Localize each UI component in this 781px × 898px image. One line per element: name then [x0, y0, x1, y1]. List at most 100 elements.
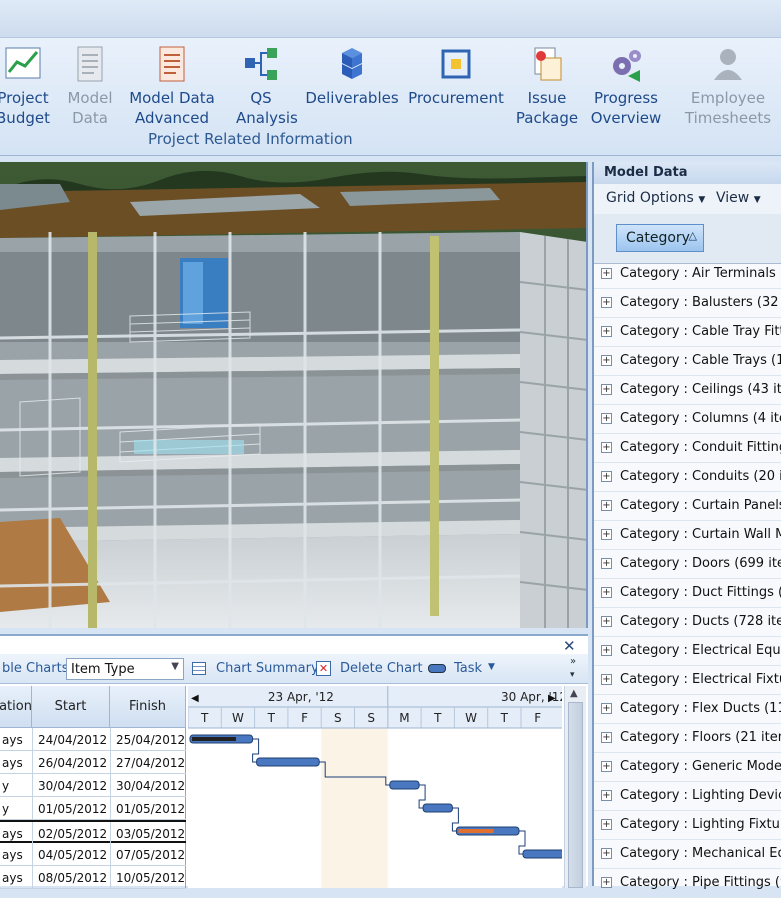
list-item[interactable]: + Category : Cable Tray Fitti — [594, 318, 781, 347]
expand-icon[interactable]: + — [601, 703, 612, 714]
list-item[interactable]: + Category : Mechanical Equ — [594, 840, 781, 869]
list-item[interactable]: + Category : Duct Fittings (2 — [594, 579, 781, 608]
table-row[interactable]: y 01/05/2012 01/05/2012 — [0, 797, 186, 820]
expand-icon[interactable]: + — [601, 529, 612, 540]
expand-icon[interactable]: + — [601, 297, 612, 308]
chart-summary-button[interactable]: Chart Summary — [216, 661, 319, 676]
list-item[interactable]: + Category : Doors (699 item — [594, 550, 781, 579]
expand-icon[interactable]: + — [601, 471, 612, 482]
expand-icon[interactable]: + — [601, 587, 612, 598]
column-header-finish[interactable]: Finish — [110, 686, 186, 728]
ribbon-button-label: Model — [67, 89, 113, 107]
panel-menu: Grid Options ▼ View ▼ — [594, 184, 781, 214]
scroll-up-icon[interactable]: ▲ — [570, 688, 578, 699]
expand-icon[interactable]: + — [601, 790, 612, 801]
list-item[interactable]: + Category : Curtain Wall M — [594, 521, 781, 550]
table-row[interactable]: ays 26/04/2012 27/04/2012 — [0, 751, 186, 774]
finish-cell: 01/05/2012 — [116, 802, 186, 816]
list-item[interactable]: + Category : Columns (4 iter — [594, 405, 781, 434]
task-bar[interactable] — [389, 780, 420, 790]
close-icon[interactable]: ✕ — [563, 637, 576, 655]
list-item[interactable]: + Category : Ceilings (43 iter — [594, 376, 781, 405]
expand-icon[interactable]: + — [601, 326, 612, 337]
expand-icon[interactable]: + — [601, 500, 612, 511]
list-item[interactable]: + Category : Pipe Fittings (9 — [594, 869, 781, 898]
start-cell: 01/05/2012 — [38, 802, 108, 816]
task-dropdown-icon[interactable]: ▼ — [488, 662, 495, 672]
group-chip-category[interactable]: Category △ — [616, 224, 704, 252]
expand-icon[interactable]: + — [601, 761, 612, 772]
scroll-thumb[interactable] — [568, 702, 583, 888]
list-item[interactable]: + Category : Cable Trays (17 — [594, 347, 781, 376]
project-budget-button[interactable]: Project Budget — [0, 44, 50, 128]
task-bar[interactable] — [422, 803, 453, 813]
view-menu[interactable]: View ▼ — [716, 190, 761, 206]
list-item[interactable]: + Category : Flex Ducts (113 — [594, 695, 781, 724]
ribbon-button-label: Budget — [0, 109, 50, 127]
duration-cell: y — [2, 802, 10, 816]
overflow-icon[interactable]: » — [570, 656, 576, 667]
scroll-right-icon: ▶ — [548, 693, 556, 704]
task-icon — [428, 664, 446, 673]
list-item[interactable]: + Category : Generic Models — [594, 753, 781, 782]
expand-icon[interactable]: + — [601, 355, 612, 366]
model-3d-viewport[interactable] — [0, 162, 588, 628]
ribbon-button-label: Data — [72, 109, 108, 127]
vertical-scrollbar[interactable]: ▲ — [564, 686, 586, 888]
expand-icon[interactable]: + — [601, 268, 612, 279]
list-item[interactable]: + Category : Curtain Panels ( — [594, 492, 781, 521]
list-item[interactable]: + Category : Ducts (728 item — [594, 608, 781, 637]
finish-cell: 25/04/2012 — [116, 733, 186, 747]
list-item[interactable]: + Category : Conduits (20 ite — [594, 463, 781, 492]
column-header-duration[interactable]: ation — [0, 686, 32, 728]
category-label: Category : Balusters (32 ite — [620, 295, 781, 310]
progress-overview-button[interactable]: Progress Overview — [590, 44, 662, 128]
qs-analysis-button[interactable]: QS Analysis — [236, 44, 298, 128]
gantt-chart[interactable]: 23 Apr, '12 30 Apr, '12 ◀ ▶ T W T F S S M T W T F — [188, 686, 562, 888]
deliverables-button[interactable]: Deliverables — [302, 44, 402, 108]
expand-icon[interactable]: + — [601, 848, 612, 859]
list-item[interactable]: + Category : Electrical Fixtur — [594, 666, 781, 695]
list-item[interactable]: + Category : Lighting Fixture — [594, 811, 781, 840]
chevron-down-icon: ▼ — [171, 661, 179, 672]
table-row[interactable]: y 30/04/2012 30/04/2012 — [0, 774, 186, 797]
finish-cell: 03/05/2012 — [116, 827, 186, 841]
ribbon-button-label: Deliverables — [305, 89, 399, 107]
model-data-button[interactable]: Model Data — [62, 44, 118, 128]
column-header-start[interactable]: Start — [32, 686, 110, 728]
procurement-button[interactable]: Procurement — [406, 44, 506, 108]
expand-icon[interactable]: + — [601, 674, 612, 685]
task-bar[interactable] — [522, 849, 562, 859]
model-data-advanced-button[interactable]: Model Data Advanced — [126, 44, 218, 128]
table-row[interactable]: ays 24/04/2012 25/04/2012 — [0, 728, 186, 751]
delete-chart-button[interactable]: Delete Chart — [340, 661, 423, 676]
list-item[interactable]: + Category : Electrical Equip — [594, 637, 781, 666]
expand-icon[interactable]: + — [601, 645, 612, 656]
task-button[interactable]: Task — [454, 661, 482, 676]
list-item[interactable]: + Category : Lighting Device — [594, 782, 781, 811]
expand-icon[interactable]: + — [601, 442, 612, 453]
expand-icon[interactable]: + — [601, 616, 612, 627]
expand-icon[interactable]: + — [601, 384, 612, 395]
duration-cell: ays — [2, 733, 23, 747]
table-row[interactable]: ays 02/05/2012 03/05/2012 — [0, 820, 186, 845]
issue-package-button[interactable]: Issue Package — [514, 44, 580, 128]
employee-timesheets-button[interactable]: Employee Timesheets — [678, 44, 778, 128]
expand-icon[interactable]: + — [601, 558, 612, 569]
grid-options-menu[interactable]: Grid Options ▼ — [606, 190, 705, 206]
task-bar[interactable] — [256, 757, 320, 767]
list-item[interactable]: + Category : Air Terminals (4 — [594, 260, 781, 289]
item-type-select[interactable]: Item Type ▼ — [66, 658, 184, 680]
table-row[interactable]: ays 04/05/2012 07/05/2012 — [0, 843, 186, 866]
ribbon-button-label: Employee — [690, 89, 766, 107]
day-label: F — [534, 711, 541, 725]
expand-icon[interactable]: + — [601, 732, 612, 743]
expand-icon[interactable]: + — [601, 877, 612, 888]
list-item[interactable]: + Category : Conduit Fitting — [594, 434, 781, 463]
expand-icon[interactable]: + — [601, 413, 612, 424]
tables-charts-button[interactable]: ble Charts — [2, 661, 69, 676]
customize-icon[interactable]: ▾ — [570, 670, 575, 680]
list-item[interactable]: + Category : Balusters (32 ite — [594, 289, 781, 318]
list-item[interactable]: + Category : Floors (21 item — [594, 724, 781, 753]
expand-icon[interactable]: + — [601, 819, 612, 830]
